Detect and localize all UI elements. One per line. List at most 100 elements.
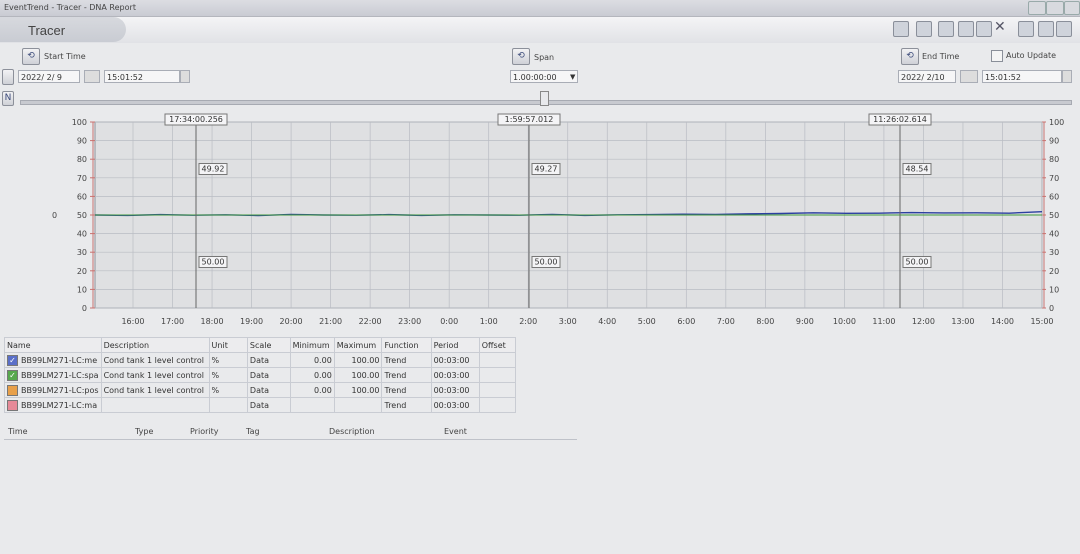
x-tick-label: 23:00 [398,317,421,326]
right-tick-label: 60 [1049,192,1059,201]
table-cell-func: Trend [381,352,432,368]
title-bar: EventTrend - Tracer - DNA Report [0,0,1080,17]
table-cell-offset [478,397,517,413]
table-cell-desc [100,397,210,413]
start-date-field[interactable]: 2022/ 2/ 9 [18,70,80,83]
x-tick-label: 4:00 [598,317,616,326]
start-time-button[interactable]: ⟲ [22,48,40,65]
x-tick-label: 7:00 [717,317,735,326]
table-header-scale[interactable]: Scale [246,337,291,353]
tag-name: BB99LM271-LC:ma [21,400,98,410]
close-icon[interactable]: ✕ [994,19,1006,35]
layout-icon[interactable] [916,21,932,37]
table-cell-period: 00:03:00 [430,382,480,398]
span-label: Span [534,53,555,62]
start-time-label: Start Time [44,52,86,61]
table-row[interactable]: ✓ BB99LM271-LC:me Cond tank 1 level contro… [4,352,517,368]
calendar-dropdown-icon[interactable] [960,70,978,83]
chevron-down-icon[interactable]: ▼ [570,73,575,81]
events-col-type[interactable]: Type [135,427,153,436]
cursor-value-upper: 48.54 [906,165,929,174]
cursor-value-lower: 50.00 [202,258,225,267]
table-header-description[interactable]: Description [100,337,210,353]
table-header-name[interactable]: Name [4,337,102,353]
cursor-value-upper: 49.92 [202,165,225,174]
events-col-time[interactable]: Time [8,427,28,436]
event-list-header: Time Type Priority Tag Description Event [4,423,577,440]
table-cell-func: Trend [381,382,432,398]
events-col-description[interactable]: Description [329,427,375,436]
time-slider-thumb[interactable] [540,91,549,106]
trace-checkbox-checked[interactable]: ✓ [7,354,18,366]
right-tick-label: 0 [1049,304,1054,313]
table-cell-min: 0.00 [289,367,335,383]
open-folder-icon[interactable] [938,21,954,37]
x-tick-label: 5:00 [638,317,656,326]
x-tick-label: 18:00 [201,317,224,326]
right-tick-label: 30 [1049,248,1059,257]
span-button[interactable]: ⟲ [512,48,530,65]
tab-tracer[interactable]: Tracer [0,17,126,42]
maximize-button[interactable] [1046,1,1064,15]
tool-icon[interactable] [893,21,909,37]
table-row[interactable]: BB99LM271-LC:pos Cond tank 1 level contro… [4,382,517,398]
end-time-field[interactable]: 15:01:52 [982,70,1062,83]
table-header-period[interactable]: Period [430,337,480,353]
end-time-spinner[interactable] [1062,70,1072,83]
x-tick-label: 12:00 [912,317,935,326]
table-row[interactable]: ✓ BB99LM271-LC:spa Cond tank 1 level contr… [4,367,517,383]
table-header-minimum[interactable]: Minimum [289,337,335,353]
x-tick-label: 10:00 [833,317,856,326]
x-tick-label: 22:00 [359,317,382,326]
time-slider-track[interactable] [20,91,1072,106]
x-tick-label: 6:00 [677,317,695,326]
x-tick-label: 9:00 [796,317,814,326]
table-cell-offset [478,367,517,383]
x-tick-label: 20:00 [280,317,303,326]
table-cell-scale: Data [246,397,291,413]
close-window-button[interactable] [1064,1,1080,15]
auto-update-checkbox[interactable] [991,50,1003,62]
table-cell-name: ✓ BB99LM271-LC:spa [4,367,102,383]
cursor-mode-icon[interactable]: N [2,91,14,106]
table-header-unit[interactable]: Unit [208,337,248,353]
cursor-time-label: 1:59:57.012 [505,115,554,124]
trace-checkbox-checked[interactable]: ✓ [7,369,18,381]
events-col-tag[interactable]: Tag [246,427,260,436]
table-cell-desc: Cond tank 1 level control [100,352,210,368]
help-icon[interactable] [1056,21,1072,37]
table-cell-func: Trend [381,367,432,383]
right-tick-label: 50 [1049,211,1059,220]
minimize-button[interactable] [1028,1,1046,15]
find-icon[interactable] [1018,21,1034,37]
printer-icon[interactable] [1038,21,1054,37]
x-tick-label: 8:00 [756,317,774,326]
end-date-field[interactable]: 2022/ 2/10 [898,70,956,83]
back-icon[interactable] [2,69,14,85]
start-time-field[interactable]: 15:01:52 [104,70,180,83]
table-cell-period: 00:03:00 [430,367,480,383]
trace-checkbox[interactable] [7,399,18,411]
table-row[interactable]: BB99LM271-LC:ma Data Trend 00:03:00 [4,397,517,413]
cursor-time-label: 17:34:00.256 [169,115,223,124]
events-col-event[interactable]: Event [444,427,467,436]
table-header-maximum[interactable]: Maximum [333,337,383,353]
calendar-dropdown-icon[interactable] [84,70,100,83]
end-time-button[interactable]: ⟲ [901,48,919,65]
table-header-offset[interactable]: Offset [478,337,517,353]
table-cell-offset [478,382,517,398]
x-tick-label: 0:00 [440,317,458,326]
trend-chart[interactable]: 100 100 90 90 80 80 70 70 60 60 50 50 40 40 30 30 20 20 10… [0,108,1080,336]
save-icon[interactable] [976,21,992,37]
events-col-priority[interactable]: Priority [190,427,218,436]
table-header-function[interactable]: Function [381,337,432,353]
x-tick-label: 15:00 [1030,317,1053,326]
cursor-time-label: 11:26:02.614 [873,115,927,124]
x-tick-label: 19:00 [240,317,263,326]
print-icon[interactable] [958,21,974,37]
trace-checkbox[interactable] [7,384,18,396]
trend-chart-svg[interactable]: 100 10090 9080 8070 7060 6050 5040 4030 3020 2010… [0,108,1080,336]
span-select[interactable]: 1.00:00:00 [510,70,578,83]
table-cell-max [333,397,383,413]
start-time-spinner[interactable] [180,70,190,83]
